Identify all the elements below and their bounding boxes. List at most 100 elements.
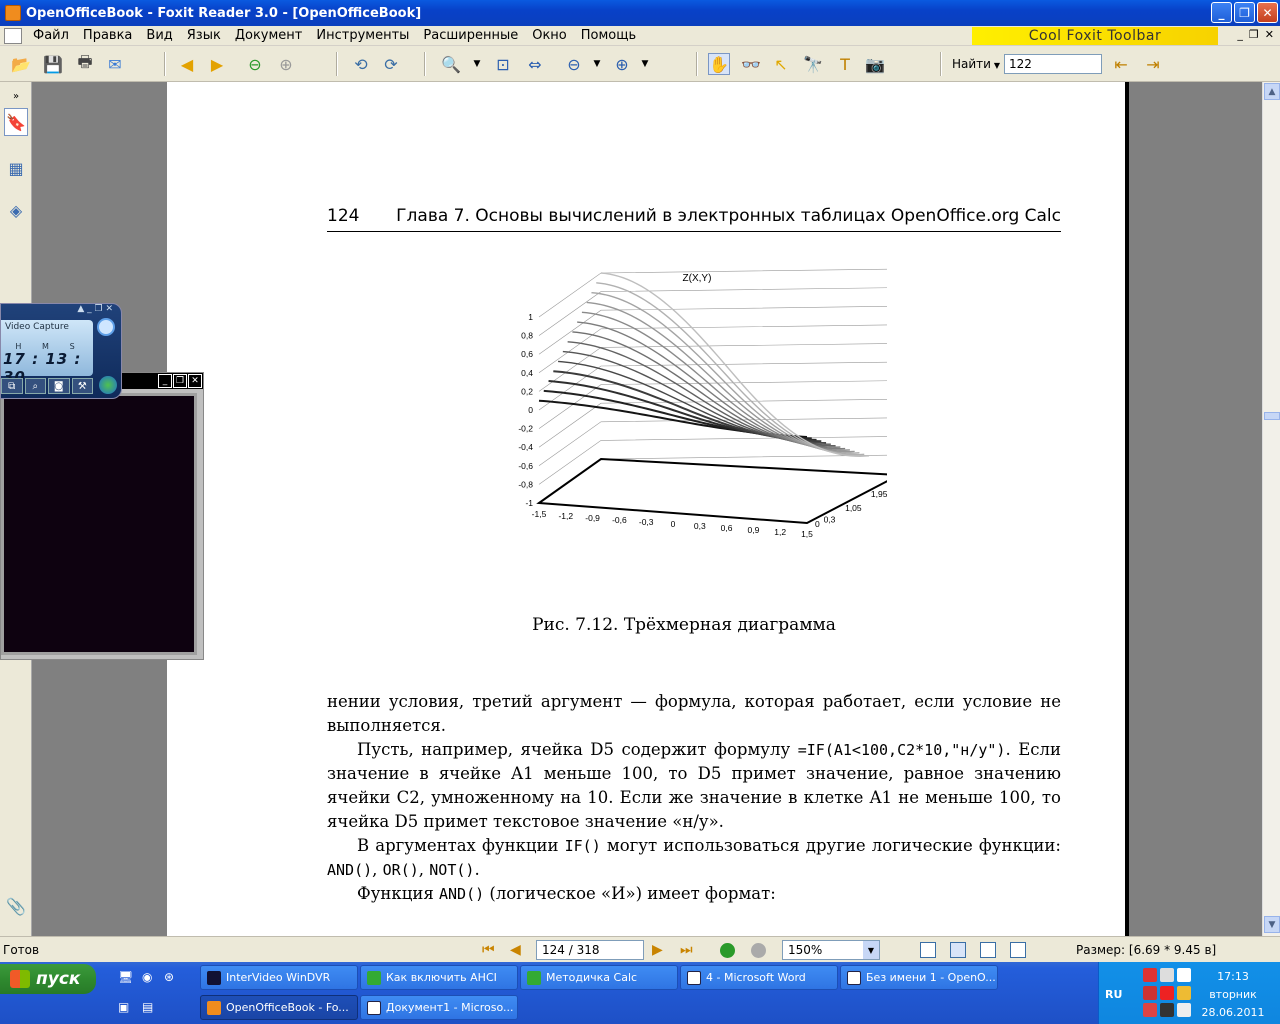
- mdi-restore-icon[interactable]: ❐: [1249, 28, 1259, 41]
- chevron-down-icon[interactable]: ▼: [634, 53, 656, 75]
- next-page-button-icon[interactable]: ▶: [652, 942, 663, 958]
- zoom-in-icon[interactable]: ⊕: [611, 53, 633, 75]
- menu-file[interactable]: Файл: [26, 28, 76, 43]
- task-calc-manual[interactable]: Методичка Calc: [520, 965, 678, 990]
- quicklaunch-save-icon[interactable]: ▣: [118, 1000, 129, 1014]
- attachments-icon[interactable]: 📎: [4, 892, 28, 920]
- search-icon[interactable]: ⌕: [24, 378, 46, 394]
- text-tool-icon[interactable]: T: [834, 53, 856, 75]
- vertical-scrollbar[interactable]: ▲ ▼: [1262, 82, 1280, 936]
- globe-icon[interactable]: [99, 376, 117, 394]
- quicklaunch-calc-icon[interactable]: ▤: [142, 1000, 153, 1014]
- expand-panel-icon[interactable]: »: [4, 82, 28, 110]
- prev-page-button-icon[interactable]: ◀: [510, 942, 521, 958]
- video-restore-icon[interactable]: ❐: [173, 374, 187, 388]
- video-minimize-icon[interactable]: _: [158, 374, 172, 388]
- prev-page-icon[interactable]: ◀: [176, 53, 198, 75]
- record-icon[interactable]: ⧉: [1, 378, 23, 394]
- snapshot-icon[interactable]: 📷: [864, 53, 886, 75]
- moon-icon[interactable]: [97, 318, 115, 336]
- open-icon[interactable]: 📂: [10, 53, 32, 75]
- single-page-icon[interactable]: [920, 942, 936, 958]
- last-page-icon[interactable]: ⏭: [680, 942, 693, 958]
- back-icon[interactable]: ⊖: [244, 53, 266, 75]
- email-icon[interactable]: ✉: [104, 53, 126, 75]
- tray-network-icon[interactable]: [1177, 985, 1191, 1000]
- select-text-icon[interactable]: 👓: [740, 53, 762, 75]
- back-view-icon[interactable]: [720, 943, 735, 958]
- layers-icon[interactable]: ◈: [4, 196, 28, 224]
- menu-document[interactable]: Документ: [228, 28, 310, 43]
- scroll-down-icon[interactable]: ▼: [1264, 916, 1280, 933]
- continuous-page-icon[interactable]: [950, 942, 966, 958]
- tray-printer-icon[interactable]: [1177, 1003, 1191, 1018]
- camera-icon[interactable]: ◙: [48, 378, 70, 394]
- video-window[interactable]: _ ❐ ✕: [0, 372, 204, 660]
- thumbnails-icon[interactable]: ▦: [4, 154, 28, 182]
- forward-icon[interactable]: ⊕: [275, 53, 297, 75]
- tray-blank-icon[interactable]: [1177, 968, 1191, 982]
- zoom-in-tool-icon[interactable]: 🔍: [440, 53, 462, 75]
- start-button[interactable]: пуск: [0, 964, 96, 994]
- task-word[interactable]: 4 - Microsoft Word: [680, 965, 838, 990]
- tray-antivirus-icon[interactable]: [1143, 1003, 1157, 1018]
- mdi-close-icon[interactable]: ✕: [1265, 28, 1274, 41]
- cool-foxit-toolbar[interactable]: Cool Foxit Toolbar: [972, 27, 1218, 45]
- wrench-icon[interactable]: ⚒: [71, 378, 93, 394]
- find-input[interactable]: [1004, 54, 1102, 74]
- volume-icon[interactable]: [1160, 968, 1174, 982]
- zoom-select[interactable]: 150% ▼: [782, 940, 880, 960]
- menu-tools[interactable]: Инструменты: [309, 28, 416, 43]
- mdi-minimize-icon[interactable]: _: [1237, 28, 1243, 41]
- page-number-field[interactable]: 124 / 318: [536, 940, 644, 960]
- first-page-icon[interactable]: ⏮: [482, 942, 495, 958]
- minimize-button[interactable]: _: [1211, 2, 1232, 23]
- find-prev-icon[interactable]: ⇤: [1110, 53, 1132, 75]
- menu-edit[interactable]: Правка: [76, 28, 139, 43]
- continuous-facing-icon[interactable]: [1010, 942, 1026, 958]
- scroll-thumb[interactable]: [1264, 412, 1280, 420]
- save-icon[interactable]: 💾: [42, 53, 64, 75]
- chevron-down-icon[interactable]: ▼: [586, 53, 608, 75]
- task-ahci[interactable]: Как включить AHCI: [360, 965, 518, 990]
- rotate-right-icon[interactable]: ⟳: [380, 53, 402, 75]
- forward-view-icon[interactable]: [751, 943, 766, 958]
- close-button[interactable]: ✕: [1257, 2, 1278, 23]
- chevron-down-icon[interactable]: ▼: [863, 941, 879, 959]
- chevron-down-icon[interactable]: ▼: [466, 53, 488, 75]
- fit-page-icon[interactable]: ⊡: [492, 53, 514, 75]
- menu-language[interactable]: Язык: [180, 28, 228, 43]
- quicklaunch-app-icon[interactable]: ⊛: [164, 970, 174, 984]
- document-view[interactable]: 124 Глава 7. Основы вычислений в электро…: [32, 82, 1262, 936]
- zoom-out-icon[interactable]: ⊖: [563, 53, 585, 75]
- menu-view[interactable]: Вид: [139, 28, 179, 43]
- fit-width-icon[interactable]: ⇔: [524, 53, 546, 75]
- bookmarks-icon[interactable]: 🔖: [4, 108, 28, 136]
- document-icon[interactable]: [4, 27, 22, 44]
- show-desktop-icon[interactable]: 🖥: [118, 970, 133, 984]
- pointer-icon[interactable]: ↖: [770, 53, 792, 75]
- tray-app-icon[interactable]: [1143, 968, 1157, 982]
- task-foxit[interactable]: OpenOfficeBook - Fo...: [200, 995, 358, 1020]
- task-document1[interactable]: Документ1 - Microso...: [360, 995, 518, 1020]
- rotate-left-icon[interactable]: ⟲: [350, 53, 372, 75]
- facing-page-icon[interactable]: [980, 942, 996, 958]
- maximize-button[interactable]: ❐: [1234, 2, 1255, 23]
- task-windvr[interactable]: InterVideo WinDVR: [200, 965, 358, 990]
- video-capture-widget[interactable]: ▲ _ ❐ ✕ Video Capture H M S 17 : 13 : 30…: [0, 303, 122, 399]
- next-page-icon[interactable]: ▶: [206, 53, 228, 75]
- tray-shield-icon[interactable]: [1143, 985, 1157, 1000]
- menu-window[interactable]: Окно: [525, 28, 574, 43]
- menu-advanced[interactable]: Расширенные: [416, 28, 525, 43]
- tray-alert-icon[interactable]: [1160, 985, 1174, 1000]
- print-icon[interactable]: 🖶: [74, 52, 96, 75]
- widget-controls[interactable]: ▲ _ ❐ ✕: [1, 304, 121, 318]
- tray-monitor-icon[interactable]: [1160, 1003, 1174, 1018]
- menu-help[interactable]: Помощь: [574, 28, 643, 43]
- video-close-icon[interactable]: ✕: [188, 374, 202, 388]
- quicklaunch-ie-icon[interactable]: ◉: [142, 970, 152, 984]
- clock[interactable]: 17:13 вторник 28.06.2011: [1193, 968, 1273, 1022]
- language-indicator[interactable]: RU: [1105, 988, 1122, 1001]
- find-icon[interactable]: 🔭: [802, 53, 824, 75]
- hand-tool-icon[interactable]: ✋: [708, 53, 730, 75]
